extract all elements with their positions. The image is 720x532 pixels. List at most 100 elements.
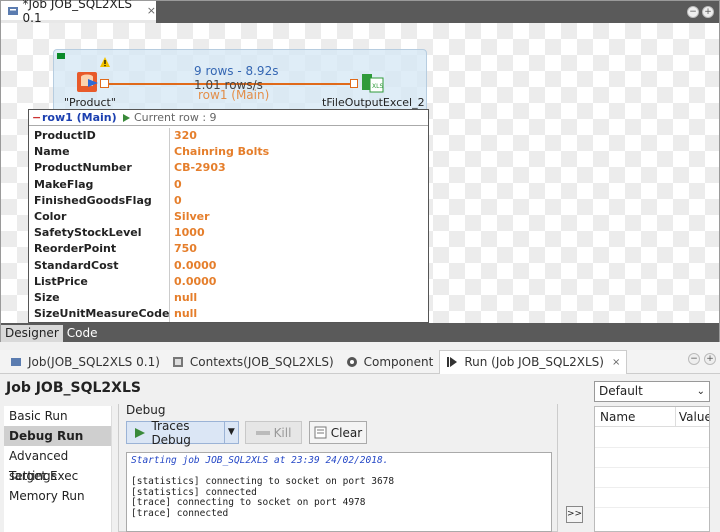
field-name: Size [34,291,60,304]
tab-code[interactable]: Code [63,325,102,342]
table-row: Name Chainring Bolts [29,144,428,161]
tab-component-label: Component [363,354,434,369]
current-row-label: Current row : 9 [134,111,217,124]
panel-window-controls: − + [688,353,716,365]
field-value: CB-2903 [169,160,226,177]
table-row: SafetyStockLevel 1000 [29,225,428,242]
sidebar-item-debug-run[interactable]: Debug Run [4,426,111,446]
console-line: Starting job JOB_SQL2XLS at 23:39 24/02/… [131,455,389,466]
kill-icon [255,430,270,435]
console-output[interactable]: Starting job JOB_SQL2XLS at 23:39 24/02/… [126,452,552,532]
contexts-icon [172,356,183,367]
page-title: Job JOB_SQL2XLS [6,380,141,396]
table-row: MakeFlag 0 [29,176,428,193]
minimize-icon[interactable]: − [687,6,699,18]
field-value: 750 [169,241,197,258]
console-line: [trace] connecting to socket on port 497… [131,497,366,508]
svg-text:XLS: XLS [372,83,383,90]
traces-debug-button[interactable]: Traces Debug ▼ [126,418,239,447]
field-name: ReorderPoint [34,242,117,256]
excel-output-icon[interactable]: XLS [360,70,384,94]
tab-component[interactable]: Component [340,350,440,374]
component-label-product[interactable]: "Product" [64,96,116,109]
minimize-icon[interactable]: − [688,353,700,365]
expand-button[interactable]: >> [566,506,583,523]
traces-debug-label: Traces Debug [151,418,191,447]
table-divider [595,447,709,448]
context-table[interactable]: Name Value [594,406,710,532]
close-icon[interactable]: × [147,4,156,17]
kill-label: Kill [273,425,292,440]
current-row: Current row : 9 [122,111,217,124]
database-input-icon[interactable] [76,70,100,94]
table-row: ProductID 320 [29,128,428,145]
editor-bottom-tabs: Designer Code [1,323,719,342]
component-icon [346,356,357,367]
run-sidebar: Basic Run Debug Run Advanced settings Ta… [4,406,112,532]
tab-job-label: Job(JOB_SQL2XLS 0.1) [28,354,160,369]
tab-job-editor[interactable]: *Job JOB_SQL2XLS 0.1 × [1,0,156,25]
component-label-excel[interactable]: tFileOutputExcel_2 [322,96,425,109]
link-start-handle[interactable] [100,79,109,88]
tab-job[interactable]: Job(JOB_SQL2XLS 0.1) [4,350,166,374]
sidebar-item-memory-run[interactable]: Memory Run [4,486,111,506]
maximize-icon[interactable]: + [704,353,716,365]
job-editor: *Job JOB_SQL2XLS 0.1 × − + 9 rows - 8.92… [0,0,720,342]
table-divider [595,467,709,468]
debug-legend: Debug [124,403,168,417]
sidebar-item-advanced-settings[interactable]: Advanced settings [4,446,111,483]
clear-icon [314,426,327,439]
trace-debug-table[interactable]: − row1 (Main) Current row : 9 ProductID 3… [28,109,429,323]
tab-contexts[interactable]: Contexts(JOB_SQL2XLS) [166,350,340,374]
field-value: 0 [169,176,182,193]
table-row: SizeUnitMeasureCode null [29,306,428,323]
field-value: 320 [169,128,197,145]
trace-header: − row1 (Main) Current row : 9 [29,110,428,126]
tab-run[interactable]: Run (Job JOB_SQL2XLS) × [439,349,628,374]
field-value: Silver [169,209,210,226]
field-name: SafetyStockLevel [34,226,142,240]
clear-button[interactable]: Clear [309,421,367,444]
field-name: MakeFlag [34,177,94,191]
close-icon[interactable]: × [612,357,620,368]
console-line: [statistics] connecting to socket on por… [131,476,395,487]
column-name[interactable]: Name [595,407,676,426]
tab-contexts-label: Contexts(JOB_SQL2XLS) [189,354,334,369]
field-value: Chainring Bolts [169,144,269,161]
collapse-icon[interactable]: − [32,111,42,124]
chevron-down-icon[interactable]: ⌄ [697,382,705,401]
chevron-down-icon[interactable]: ▼ [223,422,238,443]
context-table-header: Name Value [595,407,709,427]
maximize-icon[interactable]: + [702,6,714,18]
collapse-icon[interactable] [57,53,65,59]
table-row: ListPrice 0.0000 [29,273,428,290]
design-canvas[interactable]: 9 rows - 8.92s 1.01 rows/s row1 (Main) "… [1,23,719,323]
field-value: 1000 [169,225,205,242]
field-name: StandardCost [34,258,119,272]
sidebar-item-basic-run[interactable]: Basic Run [4,406,111,426]
sidebar-item-target-exec[interactable]: Target Exec [4,466,111,486]
flow-stat-rows: 9 rows - 8.92s [194,64,279,78]
table-row: ReorderPoint 750 [29,241,428,258]
trace-arrow-icon [135,427,145,438]
job-tab-title: *Job JOB_SQL2XLS 0.1 [22,0,132,25]
run-icon [447,357,458,367]
field-name: ListPrice [34,274,88,288]
tab-designer[interactable]: Designer [1,325,63,342]
editor-tab-bar: *Job JOB_SQL2XLS 0.1 × − + [1,0,719,25]
link-end-handle[interactable] [350,79,358,88]
kill-button[interactable]: Kill [245,421,302,444]
tab-run-label: Run (Job JOB_SQL2XLS) [464,355,604,369]
warning-icon [100,57,110,67]
column-value[interactable]: Value [676,407,709,426]
context-select-value: Default [599,384,643,398]
field-name: Color [34,210,67,223]
flow-label[interactable]: row1 (Main) [198,88,269,102]
context-select[interactable]: Default ⌄ [594,381,710,402]
job-icon [8,6,18,15]
table-row: Size null [29,290,428,307]
field-name: FinishedGoodsFlag [34,193,152,207]
field-name: ProductID [34,129,96,142]
trace-arrow-icon [123,113,130,122]
clear-label: Clear [330,425,363,440]
